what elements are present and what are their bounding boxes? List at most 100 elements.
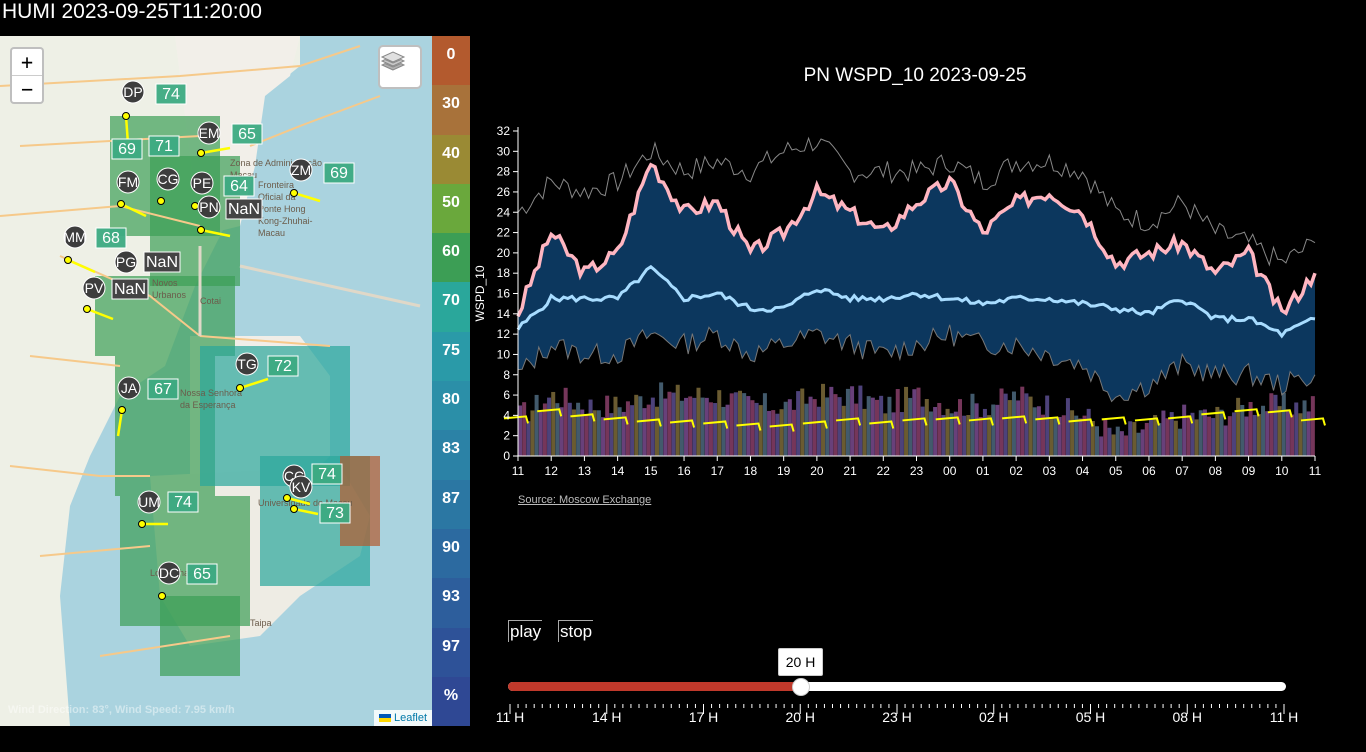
station-dot	[117, 200, 125, 208]
wind-note: Wind Direction: 83°, Wind Speed: 7.95 km…	[8, 704, 235, 716]
distribution-bar	[1094, 426, 1099, 456]
leaflet-link[interactable]: Leaflet	[394, 712, 427, 724]
map-place-label: Taipa	[250, 618, 272, 628]
distribution-bar	[1148, 419, 1153, 456]
station-value: 64	[230, 178, 248, 195]
distribution-bar	[1173, 420, 1178, 456]
station-dot	[118, 406, 126, 414]
distribution-bar	[538, 411, 543, 456]
humidity-legend: 0 30 40 50 60 70 75 80 83 87 90 93 97%	[432, 36, 470, 727]
x-tick-label: 11	[1309, 464, 1322, 478]
x-tick-label: 19	[777, 464, 791, 478]
map-panel[interactable]: Zona de Administração Macau Fronteira Ofici…	[0, 36, 432, 726]
distribution-bar	[1310, 396, 1315, 456]
distribution-bar	[1186, 415, 1191, 456]
distribution-bar	[1099, 436, 1104, 456]
distribution-bar	[958, 399, 963, 456]
x-tick-label: 00	[943, 464, 957, 478]
distribution-bar	[700, 397, 705, 456]
zoom-out-button[interactable]: −	[12, 75, 42, 102]
distribution-bar	[617, 407, 622, 456]
distribution-bar	[1273, 394, 1278, 456]
station-dot	[138, 520, 146, 528]
distribution-bar	[870, 397, 875, 456]
map-place-label: Macau	[258, 228, 285, 238]
station-code: DC	[159, 565, 179, 581]
distribution-bar	[928, 411, 933, 456]
zoom-in-button[interactable]: +	[12, 49, 42, 75]
y-tick-label: 30	[497, 144, 511, 158]
distribution-bar	[1223, 425, 1228, 456]
layers-icon	[380, 51, 406, 71]
distribution-bar	[563, 387, 568, 456]
distribution-bar	[1252, 414, 1257, 456]
distribution-bar	[663, 398, 668, 456]
legend-item: 40	[432, 134, 470, 184]
road	[249, 95, 381, 147]
slider-tick-label: 17 H	[688, 709, 719, 725]
layers-button[interactable]	[378, 45, 422, 89]
distribution-bar	[688, 396, 693, 456]
station-value: 68	[102, 230, 120, 247]
station-value: 72	[274, 358, 292, 375]
distribution-bar	[671, 392, 676, 456]
distribution-bar	[1290, 414, 1295, 456]
distribution-bar	[1227, 416, 1232, 456]
stop-button[interactable]: stop	[558, 620, 594, 642]
distribution-bar	[912, 389, 917, 456]
distribution-bar	[800, 388, 805, 456]
station-value: 74	[174, 494, 192, 511]
x-tick-label: 07	[1175, 464, 1189, 478]
time-slider[interactable]: 20 H 11 H 14 H 17 H 20 H 23 H 02 H 05 H 08 H 11 …	[490, 648, 1310, 728]
source-link[interactable]: Source: Moscow Exchange	[518, 494, 651, 506]
x-tick-label: 05	[1109, 464, 1123, 478]
legend-item: 93	[432, 578, 470, 628]
slider-handle[interactable]	[791, 678, 810, 696]
station-value: NaN	[228, 201, 260, 218]
x-tick-label: 23	[910, 464, 924, 478]
distribution-bar	[1078, 418, 1083, 456]
distribution-bar	[862, 408, 867, 456]
distribution-bar	[1111, 434, 1116, 456]
distribution-bar	[1016, 400, 1021, 456]
map-place-label: da Esperança	[180, 400, 236, 410]
distribution-bar	[1115, 426, 1120, 456]
station-dot	[283, 494, 291, 502]
distribution-bar	[899, 412, 904, 456]
y-tick-label: 22	[497, 226, 511, 240]
station-code: KV	[292, 479, 311, 495]
distribution-bar	[596, 410, 601, 456]
slider-tick-label: 08 H	[1172, 709, 1203, 725]
distribution-bar	[746, 396, 751, 456]
map-canvas[interactable]: Zona de AdministraçãoMacauFronteiraOfici…	[0, 36, 432, 726]
station-dot	[64, 256, 72, 264]
map-place-label: Kong-Zhuhai-	[258, 216, 313, 226]
distribution-bar	[1041, 414, 1046, 456]
distribution-bar	[995, 404, 1000, 456]
play-button[interactable]: play	[508, 620, 543, 642]
distribution-bar	[1103, 419, 1108, 456]
y-tick-label: 28	[497, 165, 511, 179]
distribution-bar	[1277, 406, 1282, 456]
distribution-bar	[1053, 418, 1058, 456]
distribution-bar	[1294, 402, 1299, 456]
distribution-bar	[982, 408, 987, 456]
distribution-bar	[1028, 396, 1033, 456]
station-value: NaN	[114, 281, 146, 298]
slider-tick-label: 11 H	[1269, 709, 1299, 725]
y-tick-label: 26	[497, 185, 511, 199]
x-tick-label: 20	[810, 464, 824, 478]
distribution-bar	[1161, 410, 1166, 456]
x-tick-label: 08	[1209, 464, 1223, 478]
legend-item: 83	[432, 430, 470, 480]
x-tick-label: 15	[644, 464, 658, 478]
y-tick-label: 4	[503, 408, 510, 422]
legend-item: 0	[432, 36, 470, 86]
station-dot	[158, 592, 166, 600]
map-attribution[interactable]: Leaflet	[373, 710, 432, 726]
distribution-bar	[642, 408, 647, 456]
slider-tooltip: 20 H	[777, 648, 824, 676]
x-tick-label: 02	[1009, 464, 1023, 478]
distribution-bar	[1153, 414, 1158, 456]
x-tick-label: 17	[711, 464, 725, 478]
